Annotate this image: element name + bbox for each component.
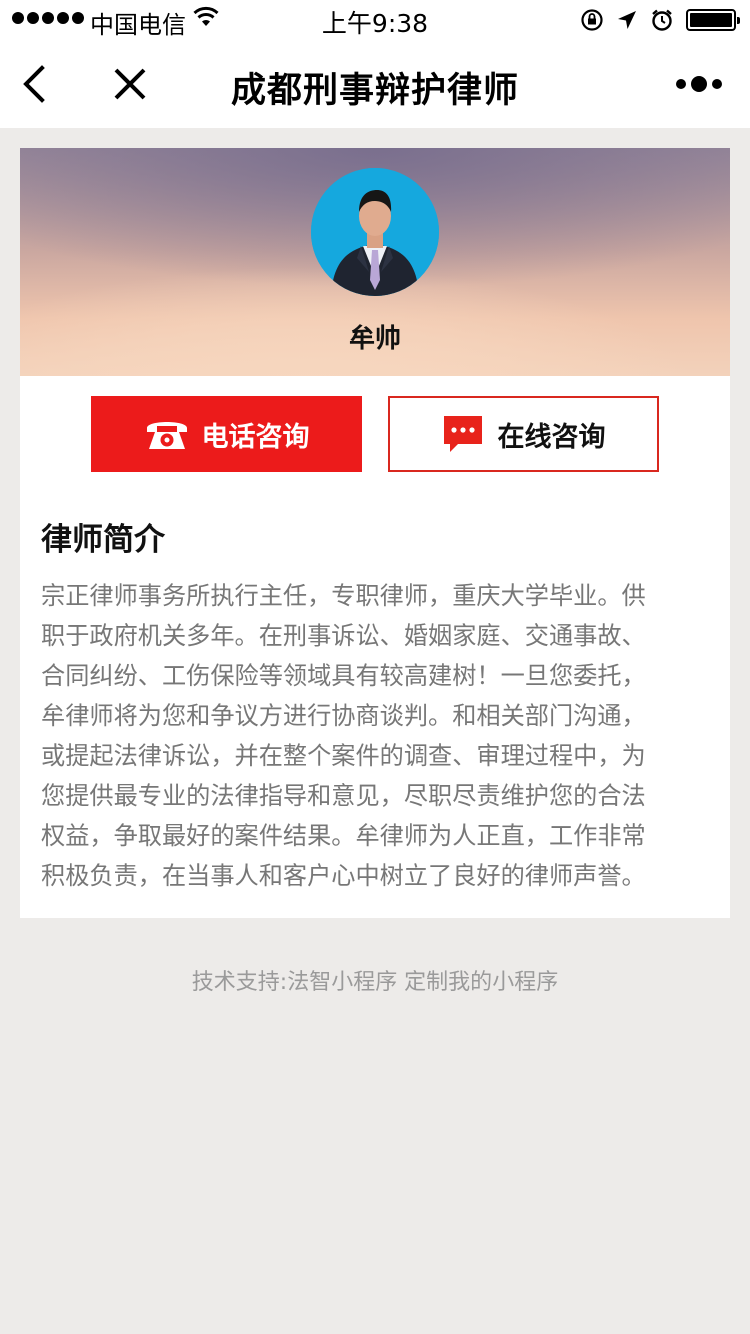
intro-line: 您提供最专业的法律指导和意见，尽职尽责维护您的合法 [41, 782, 646, 810]
online-consult-button[interactable]: 在线咨询 [388, 396, 659, 472]
intro-line: 积极负责，在当事人和客户心中树立了良好的律师声誉。 [41, 862, 646, 890]
intro-text: 宗正律师事务所执行主任，专职律师，重庆大学毕业。供 职于政府机关多年。在刑事诉讼… [41, 576, 711, 896]
more-dots-icon[interactable] [676, 76, 722, 92]
page-title: 成都刑事辩护律师 [230, 71, 519, 111]
phone-consult-label: 电话咨询 [201, 421, 310, 453]
intro-line: 合同纠纷、工伤保险等领域具有较高建树！一旦您委托， [41, 662, 646, 690]
status-bar: 中国电信 上午9:38 [0, 0, 750, 40]
online-consult-label: 在线咨询 [497, 421, 606, 453]
battery-icon [686, 9, 740, 31]
profile-banner: 牟帅 [20, 148, 730, 376]
intro-title: 律师简介 [41, 522, 165, 558]
avatar [311, 168, 439, 296]
alarm-icon [652, 9, 672, 31]
nav-bar: 成都刑事辩护律师 [0, 40, 750, 128]
telephone-icon [146, 422, 187, 449]
intro-line: 权益，争取最好的案件结果。牟律师为人正直，工作非常 [41, 822, 646, 850]
location-arrow-icon [618, 11, 636, 29]
chat-bubble-icon [443, 416, 482, 452]
action-buttons: 电话咨询 在线咨询 [20, 396, 730, 472]
footer-support-link[interactable]: 技术支持:法智小程序 定制我的小程序 [0, 964, 750, 996]
intro-line: 宗正律师事务所执行主任，专职律师，重庆大学毕业。供 [41, 582, 646, 610]
rotation-lock-icon [581, 9, 603, 31]
intro-line: 牟律师将为您和争议方进行协商谈判。和相关部门沟通， [41, 702, 646, 730]
intro-line: 或提起法律诉讼，并在整个案件的调查、审理过程中，为 [41, 742, 646, 770]
lawyer-name: 牟帅 [348, 324, 401, 354]
intro-line: 职于政府机关多年。在刑事诉讼、婚姻家庭、交通事故、 [41, 622, 646, 650]
phone-consult-button[interactable]: 电话咨询 [91, 396, 362, 472]
lawyer-card: 牟帅 电话咨询 在线咨询 律师简介 宗正律师事务所执行主任，专职律师，重庆大学毕… [20, 148, 730, 918]
